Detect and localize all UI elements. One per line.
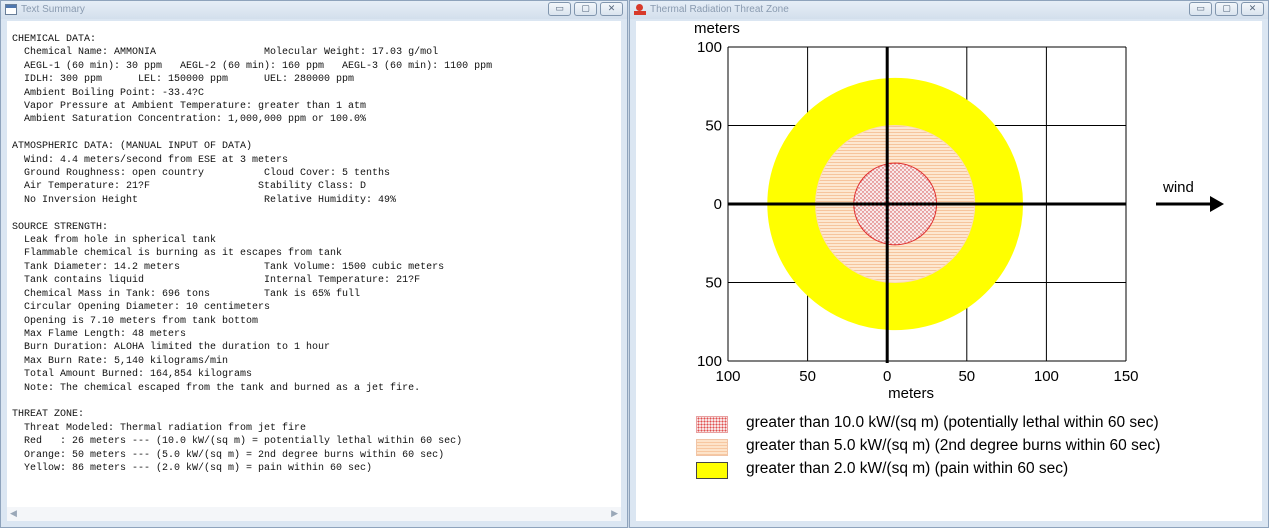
maximize-button[interactable]: ▢ [574, 2, 597, 16]
threat-zone-plot-area: 100 50 0 50 100 100 50 0 50 100 150 meters meters win… [636, 21, 1262, 521]
y-tick-label: 0 [714, 196, 722, 213]
summary-text-area[interactable]: CHEMICAL DATA: Chemical Name: AMMONIA Mo… [7, 21, 621, 521]
threat-zone-window: Thermal Radiation Threat Zone ▭ ▢ ✕ 100 5… [629, 0, 1269, 528]
summary-line: Orange: 50 meters --- (5.0 kW/(sq m) = 2… [12, 449, 445, 461]
summary-text: CHEMICAL DATA: Chemical Name: AMMONIA Mo… [12, 33, 612, 475]
summary-line: No Inversion Height Relative Humidity: 4… [12, 194, 397, 206]
summary-line: Ambient Boiling Point: -33.4?C [12, 87, 205, 99]
window-title: Thermal Radiation Threat Zone [650, 4, 789, 15]
y-tick-label: 50 [705, 275, 722, 292]
summary-line: Threat Modeled: Thermal radiation from j… [12, 422, 307, 434]
title-bar[interactable]: Text Summary ▭ ▢ ✕ [1, 1, 627, 19]
summary-line: Air Temperature: 21?F Stability Class: D [12, 181, 367, 193]
x-tick-label: 50 [799, 368, 816, 385]
summary-line: Chemical Name: AMMONIA Molecular Weight:… [12, 47, 439, 59]
legend-swatch-red [696, 416, 728, 433]
summary-line: Tank contains liquid Internal Temperatur… [12, 275, 421, 287]
summary-line: Vapor Pressure at Ambient Temperature: g… [12, 101, 367, 113]
summary-line: Leak from hole in spherical tank [12, 235, 217, 247]
summary-line: Circular Opening Diameter: 10 centimeter… [12, 302, 271, 314]
summary-line: IDLH: 300 ppm LEL: 150000 ppm UEL: 28000… [12, 74, 355, 86]
horizontal-scrollbar[interactable]: ◀ ▶ [7, 507, 621, 521]
minimize-button[interactable]: ▭ [548, 2, 571, 16]
section-heading: THREAT ZONE: [12, 409, 85, 421]
legend-label-orange: greater than 5.0 kW/(sq m) (2nd degree b… [746, 437, 1161, 454]
x-tick-label: 0 [883, 368, 891, 385]
title-bar[interactable]: Thermal Radiation Threat Zone ▭ ▢ ✕ [630, 1, 1268, 19]
aloha-app-icon [634, 4, 646, 15]
y-tick-label: 100 [697, 39, 722, 56]
summary-line: Flammable chemical is burning as it esca… [12, 248, 343, 260]
summary-line: Max Flame Length: 48 meters [12, 328, 187, 340]
summary-line: Yellow: 86 meters --- (2.0 kW/(sq m) = p… [12, 462, 373, 474]
section-heading: SOURCE STRENGTH: [12, 221, 109, 233]
x-axis-label: meters [888, 385, 934, 402]
wind-label: wind [1162, 179, 1194, 196]
legend-swatch-yellow [696, 462, 728, 479]
summary-line: Ambient Saturation Concentration: 1,000,… [12, 114, 367, 126]
maximize-button[interactable]: ▢ [1215, 2, 1238, 16]
section-heading: CHEMICAL DATA: [12, 34, 97, 45]
minimize-button[interactable]: ▭ [1189, 2, 1212, 16]
y-tick-label: 50 [705, 118, 722, 135]
summary-line: Opening is 7.10 meters from tank bottom [12, 315, 259, 327]
legend-label-red: greater than 10.0 kW/(sq m) (potentially… [746, 414, 1159, 431]
summary-line: AEGL-1 (60 min): 30 ppm AEGL-2 (60 min):… [12, 60, 493, 72]
close-button[interactable]: ✕ [1241, 2, 1264, 16]
summary-line: Ground Roughness: open country Cloud Cov… [12, 168, 391, 180]
window-title: Text Summary [21, 4, 85, 15]
summary-line: Wind: 4.4 meters/second from ESE at 3 me… [12, 154, 289, 166]
scroll-left-icon[interactable]: ◀ [10, 509, 17, 519]
close-button[interactable]: ✕ [600, 2, 623, 16]
x-tick-label: 100 [1034, 368, 1059, 385]
summary-line: Burn Duration: ALOHA limited the duratio… [12, 342, 331, 354]
x-tick-label: 50 [958, 368, 975, 385]
wind-arrowhead-icon [1210, 196, 1224, 212]
summary-line: Note: The chemical escaped from the tank… [12, 382, 421, 394]
summary-line: Max Burn Rate: 5,140 kilograms/min [12, 355, 229, 367]
y-axis-label: meters [694, 21, 740, 37]
legend-label-yellow: greater than 2.0 kW/(sq m) (pain within … [746, 460, 1069, 477]
legend-swatch-orange [696, 439, 728, 456]
summary-line: Chemical Mass in Tank: 696 tons Tank is … [12, 288, 361, 300]
x-tick-label: 150 [1113, 368, 1138, 385]
summary-line: Red : 26 meters --- (10.0 kW/(sq m) = po… [12, 436, 463, 448]
summary-line: Tank Diameter: 14.2 meters Tank Volume: … [12, 261, 445, 273]
text-summary-window: Text Summary ▭ ▢ ✕ CHEMICAL DATA: Chemic… [0, 0, 628, 528]
section-heading: ATMOSPHERIC DATA: (MANUAL INPUT OF DATA) [12, 141, 253, 153]
scroll-right-icon[interactable]: ▶ [611, 509, 618, 519]
summary-line: Total Amount Burned: 164,854 kilograms [12, 369, 253, 381]
text-window-icon [5, 4, 17, 15]
x-tick-label: 100 [715, 368, 740, 385]
